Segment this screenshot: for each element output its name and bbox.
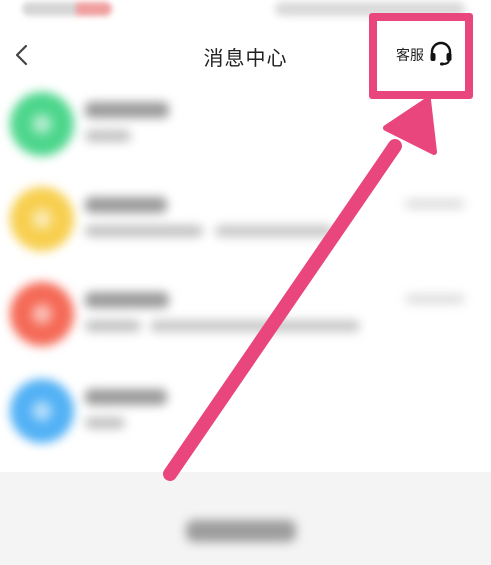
customer-service-button[interactable]: 客服 xyxy=(396,40,454,70)
avatar xyxy=(10,379,74,443)
list-item-subtitle xyxy=(85,320,141,332)
headset-icon xyxy=(428,40,454,70)
list-item-subtitle xyxy=(215,225,333,237)
status-bar-left xyxy=(22,2,112,16)
list-item-title xyxy=(85,292,169,308)
customer-service-label: 客服 xyxy=(396,48,424,64)
list-item-subtitle xyxy=(150,320,360,332)
list-item-title xyxy=(85,197,167,213)
avatar xyxy=(10,282,74,346)
bottom-button[interactable] xyxy=(186,520,296,542)
list-item-title xyxy=(85,102,169,118)
list-item-time xyxy=(405,294,465,304)
list-item-subtitle xyxy=(85,130,131,142)
avatar xyxy=(10,187,74,251)
list-item-time xyxy=(405,199,465,209)
list-item-subtitle xyxy=(85,225,203,237)
list-item[interactable] xyxy=(0,367,491,457)
bottom-bar xyxy=(0,472,491,565)
avatar xyxy=(10,92,74,156)
list-item[interactable] xyxy=(0,270,491,360)
list-item[interactable] xyxy=(0,175,491,265)
list-item-title xyxy=(85,389,167,405)
list-item-subtitle xyxy=(85,417,125,429)
